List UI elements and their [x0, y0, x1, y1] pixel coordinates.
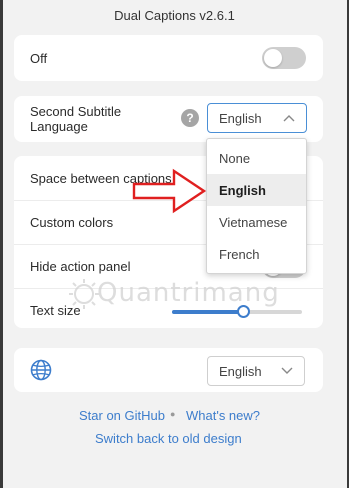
footer-separator: ● — [170, 409, 176, 419]
off-card: Off — [14, 35, 323, 81]
window-border-left — [0, 0, 3, 488]
star-on-github-link[interactable]: Star on GitHub — [79, 408, 165, 423]
dropdown-option-none[interactable]: None — [207, 142, 306, 174]
second-subtitle-label-line1: Second Subtitle — [30, 104, 122, 119]
toggle-knob — [264, 49, 282, 67]
dropdown-option-french[interactable]: French — [207, 238, 306, 270]
custom-colors-label: Custom colors — [30, 215, 114, 230]
watermark-text: Quantrimang — [97, 278, 280, 308]
language-select[interactable]: English — [207, 356, 305, 386]
whats-new-link[interactable]: What's new? — [186, 408, 260, 423]
globe-icon[interactable] — [30, 359, 52, 381]
dropdown-option-vietnamese[interactable]: Vietnamese — [207, 206, 306, 238]
sun-logo-icon — [69, 279, 99, 309]
hide-action-panel-label: Hide action panel — [30, 259, 131, 274]
help-icon[interactable]: ? — [181, 109, 199, 127]
language-card: English — [14, 348, 323, 392]
language-dropdown: None English Vietnamese French — [206, 138, 307, 274]
language-selected: English — [219, 364, 262, 379]
second-subtitle-label-line2: Language — [30, 119, 88, 134]
switch-old-design-link[interactable]: Switch back to old design — [95, 431, 242, 446]
second-subtitle-card: Second Subtitle Language ? English — [14, 96, 323, 142]
watermark: Quantrimang — [69, 278, 280, 309]
red-arrow-icon — [132, 168, 207, 214]
slider-fill — [172, 310, 244, 314]
second-subtitle-label: Second Subtitle Language — [30, 104, 121, 134]
app-title: Dual Captions v2.6.1 — [114, 8, 235, 23]
off-toggle[interactable] — [262, 47, 306, 69]
chevron-up-icon — [283, 115, 295, 122]
chevron-down-icon — [281, 367, 293, 374]
second-subtitle-select[interactable]: English — [207, 103, 307, 133]
dropdown-option-english[interactable]: English — [207, 174, 306, 206]
second-subtitle-selected: English — [219, 111, 262, 126]
off-label: Off — [30, 51, 48, 66]
